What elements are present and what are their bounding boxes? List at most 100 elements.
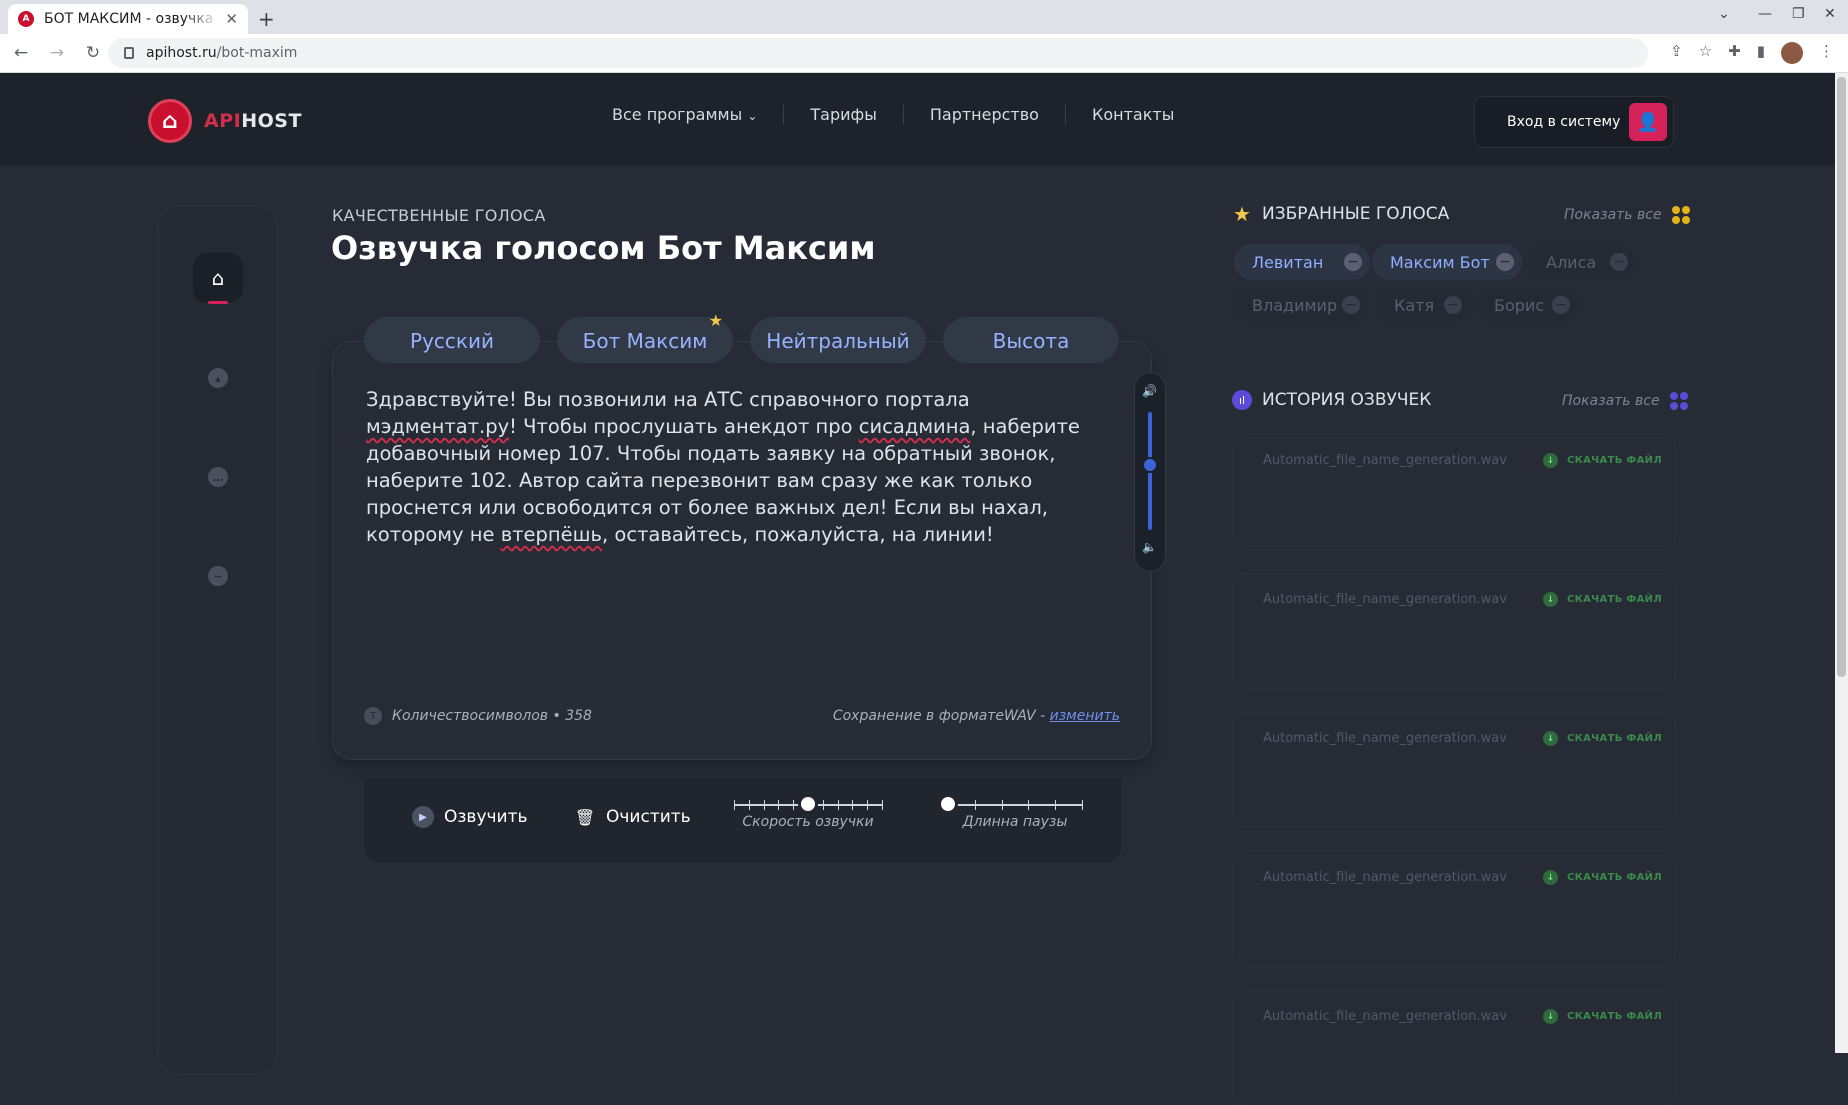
- chip-label: Левитан: [1252, 252, 1324, 272]
- close-window-icon[interactable]: ✕: [1824, 6, 1836, 22]
- slider-handle[interactable]: [941, 797, 955, 811]
- logo[interactable]: ⌂ API HOST: [148, 99, 302, 143]
- slider-tick: [778, 800, 780, 810]
- sidepanel-icon[interactable]: ▮: [1757, 42, 1765, 64]
- history-item: Automatic_file_name_generation.wav ↓ СКАЧА…: [1233, 435, 1675, 549]
- extensions-icon[interactable]: ✚: [1728, 42, 1741, 64]
- download-icon: ↓: [1543, 870, 1558, 885]
- page-scrollbar[interactable]: [1835, 73, 1848, 1053]
- history-item: Automatic_file_name_generation.wav ↓ СКАЧА…: [1233, 991, 1675, 1105]
- history-title: ИСТОРИЯ ОЗВУЧЕК: [1262, 390, 1432, 410]
- tab-title: БОТ МАКСИМ - озвучка те: [44, 11, 220, 27]
- minimize-icon[interactable]: —: [1758, 6, 1772, 22]
- pause-slider[interactable]: [941, 797, 1083, 811]
- browser-tab[interactable]: A БОТ МАКСИМ - озвучка те ✕: [8, 4, 248, 34]
- back-icon[interactable]: ←: [6, 43, 36, 63]
- download-label: СКАЧАТЬ ФАЙЛ: [1567, 1011, 1662, 1022]
- favorites-title: ИЗБРАННЫЕ ГОЛОСА: [1262, 204, 1450, 224]
- speed-slider[interactable]: [734, 797, 883, 811]
- address-bar[interactable]: apihost.ru/bot-maxim: [108, 38, 1648, 68]
- volume-up-icon: 🔊: [1142, 384, 1157, 398]
- favorite-voice-chip[interactable]: Левитан −: [1234, 244, 1370, 280]
- remove-icon[interactable]: −: [1444, 296, 1462, 314]
- remove-icon[interactable]: −: [1342, 296, 1360, 314]
- profile-avatar[interactable]: [1781, 42, 1803, 64]
- remove-icon[interactable]: −: [1610, 253, 1628, 271]
- reload-icon[interactable]: ↻: [78, 43, 108, 63]
- remove-icon[interactable]: −: [1552, 296, 1570, 314]
- history-file-name: Automatic_file_name_generation.wav: [1263, 870, 1507, 885]
- play-icon: ▶: [412, 806, 434, 828]
- scrollbar-thumb[interactable]: [1837, 77, 1846, 677]
- download-button[interactable]: ↓ СКАЧАТЬ ФАЙЛ: [1543, 592, 1662, 607]
- download-button[interactable]: ↓ СКАЧАТЬ ФАЙЛ: [1543, 1009, 1662, 1024]
- text-icon: T: [364, 707, 382, 725]
- slider-tick: [852, 800, 854, 810]
- save-format-text: Сохранение в форматеWAV -: [832, 708, 1050, 724]
- slider-tick: [1055, 800, 1057, 810]
- favorites-header: ★ ИЗБРАННЫЕ ГОЛОСА: [1232, 202, 1450, 226]
- download-button[interactable]: ↓ СКАЧАТЬ ФАЙЛ: [1543, 731, 1662, 746]
- nav-contacts[interactable]: Контакты: [1064, 105, 1200, 124]
- pause-label: Длинна паузы: [962, 814, 1068, 830]
- remove-icon[interactable]: −: [1496, 253, 1514, 271]
- favorite-voice-chip[interactable]: Катя −: [1376, 287, 1470, 323]
- page-eyebrow: КАЧЕСТВЕННЫЕ ГОЛОСА: [332, 206, 546, 225]
- chip-label: Владимир: [1252, 295, 1338, 315]
- clear-button[interactable]: 🗑 Очистить: [574, 806, 691, 828]
- tab-style[interactable]: Нейтральный: [750, 317, 926, 365]
- tab-language[interactable]: Русский: [364, 317, 540, 365]
- slider-tick: [974, 800, 976, 810]
- favorite-voice-chip[interactable]: Максим Бот −: [1372, 244, 1522, 280]
- nav-all-programs-label: Все программы: [612, 105, 743, 124]
- favorites-show-all[interactable]: Показать все: [1564, 206, 1690, 224]
- logo-text-api: API: [204, 110, 242, 132]
- history-show-all[interactable]: Показать все: [1562, 392, 1688, 410]
- speak-button[interactable]: ▶ Озвучить: [412, 806, 528, 828]
- tab-voice[interactable]: Бот Максим ★: [557, 311, 733, 365]
- volume-knob[interactable]: [1144, 459, 1156, 472]
- download-label: СКАЧАТЬ ФАЙЛ: [1567, 594, 1662, 605]
- action-bar: ▶ Озвучить 🗑 Очистить Скорость озвучки Д…: [364, 778, 1122, 862]
- volume-slider[interactable]: 🔊 🔈: [1134, 372, 1166, 572]
- active-indicator: [208, 301, 228, 304]
- home-icon[interactable]: ⌂: [193, 253, 243, 303]
- download-button[interactable]: ↓ СКАЧАТЬ ФАЙЛ: [1543, 453, 1662, 468]
- chip-label: Борис: [1494, 295, 1545, 315]
- favorite-voice-chip[interactable]: Алиса −: [1528, 244, 1636, 280]
- text-segment: ! Чтобы прослушать анекдот про: [509, 415, 859, 438]
- slider-handle[interactable]: [801, 797, 815, 811]
- voice-tabs: Русский Бот Максим ★ Нейтральный Высота: [364, 311, 1119, 365]
- char-counter: T Количествосимволов • 358: [364, 707, 592, 725]
- nav-all-programs[interactable]: Все программы ⌄: [612, 105, 783, 124]
- tab-search-icon[interactable]: ⌄: [1718, 6, 1730, 22]
- share-icon[interactable]: ⇪: [1670, 42, 1683, 64]
- close-tab-icon[interactable]: ✕: [225, 10, 238, 28]
- login-button[interactable]: Вход в систему 👤: [1475, 97, 1673, 147]
- favorite-voice-chip[interactable]: Борис −: [1476, 287, 1578, 323]
- nav-tariffs[interactable]: Тарифы: [783, 105, 902, 124]
- stats-icon[interactable]: ▴: [208, 368, 228, 388]
- nav-partnership[interactable]: Партнерство: [902, 105, 1065, 124]
- change-format-link[interactable]: изменить: [1050, 708, 1120, 724]
- new-tab-icon[interactable]: +: [258, 7, 275, 31]
- maximize-icon[interactable]: ❐: [1792, 6, 1805, 22]
- text-segment: Здравствуйте! Вы позвонили на АТС справо…: [366, 388, 970, 411]
- save-format-info: Сохранение в форматеWAV - изменить: [833, 708, 1120, 724]
- remove-icon[interactable]: −: [1344, 253, 1362, 271]
- download-button[interactable]: ↓ СКАЧАТЬ ФАЙЛ: [1543, 870, 1662, 885]
- text-segment: , оставайтесь, пожалуйста, на линии!: [602, 523, 994, 546]
- clear-label: Очистить: [606, 807, 691, 827]
- chat-icon[interactable]: …: [208, 467, 228, 487]
- menu-icon[interactable]: ⋮: [1819, 42, 1834, 64]
- messenger-icon[interactable]: ~: [208, 566, 228, 586]
- favorite-voice-chip[interactable]: Владимир −: [1234, 287, 1368, 323]
- favorites-show-all-label: Показать все: [1564, 207, 1662, 223]
- history-item: Automatic_file_name_generation.wav ↓ СКАЧА…: [1233, 852, 1675, 966]
- text-input-area[interactable]: Здравствуйте! Вы позвонили на АТС справо…: [366, 386, 1126, 548]
- tab-pitch[interactable]: Высота: [943, 317, 1119, 365]
- bookmark-star-icon[interactable]: ☆: [1699, 42, 1712, 64]
- forward-icon[interactable]: →: [42, 43, 72, 63]
- history-header: ıl ИСТОРИЯ ОЗВУЧЕК: [1232, 390, 1431, 410]
- download-icon: ↓: [1543, 592, 1558, 607]
